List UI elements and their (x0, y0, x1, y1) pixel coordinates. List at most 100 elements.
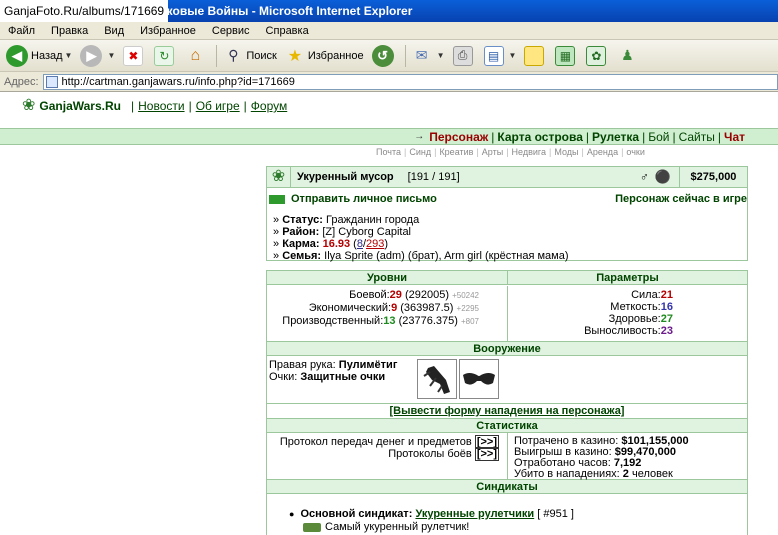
site-logo[interactable]: GanjaWars.Ru (39, 99, 121, 113)
address-input[interactable]: http://cartman.ganjawars.ru/info.php?id=… (42, 73, 778, 90)
family-row: » Семья: Ilya Sprite (adm) (брат), Arm g… (273, 250, 569, 262)
stats-body: Протокол передач денег и предметов [>>] … (267, 433, 747, 480)
home-icon: ⌂ (190, 46, 201, 64)
level-value: 13 (383, 315, 396, 327)
window-title: уковые Войны - Microsoft Internet Explor… (160, 4, 413, 18)
about-link[interactable]: Об игре (196, 99, 240, 113)
profile-card: ❀ Укуренный мусор [191 / 191] ♂ ⚫ $275,0… (266, 166, 748, 262)
param-row-strength: Сила:21 (508, 289, 673, 301)
profile-leaf-cell: ❀ (267, 167, 291, 187)
nav-battle[interactable]: Бой (648, 130, 669, 144)
messenger-button[interactable]: ♟ (617, 46, 640, 66)
nav-map[interactable]: Карта острова (497, 130, 582, 144)
separator: | (243, 99, 247, 113)
params-header: Параметры (508, 271, 747, 285)
chevron-down-icon[interactable]: ▼ (65, 51, 73, 60)
item-icon: ⚫ (654, 169, 671, 184)
battle-protocol-button[interactable]: [>>] (474, 447, 499, 461)
forum-link[interactable]: Форум (251, 99, 287, 113)
status-label: Статус: (282, 214, 323, 226)
main-syndicate-row: ● Основной синдикат: Укуренные рулетчики … (289, 508, 747, 521)
menu-file[interactable]: Файл (0, 25, 43, 37)
extension-button-1[interactable]: ▦ (555, 45, 578, 66)
subnav-mods[interactable]: Моды (554, 147, 578, 157)
menu-help[interactable]: Справка (258, 25, 317, 37)
karma-value: 16.93 (322, 238, 351, 250)
levels-header: Уровни (267, 271, 508, 285)
level-row-production: Производственный:13 (23776.375) +807 (267, 315, 479, 328)
param-label: Выносливость: (584, 325, 661, 337)
glasses-image[interactable] (459, 359, 499, 399)
subnav-creative[interactable]: Креатив (439, 147, 473, 157)
nav-chat[interactable]: Чат (724, 130, 745, 144)
nav-sites[interactable]: Сайты (679, 130, 715, 144)
subnav-realty[interactable]: Недвига (512, 147, 546, 157)
battle-protocol-label: Протоколы боёв (388, 448, 472, 460)
money-cell: $275,000 (679, 167, 747, 187)
home-button[interactable]: ⌂ (185, 46, 208, 66)
chevron-down-icon[interactable]: ▼ (437, 51, 445, 60)
syndicates-body: ● Основной синдикат: Укуренные рулетчики … (267, 494, 747, 534)
param-row-stamina: Выносливость:23 (508, 325, 673, 337)
mail-button[interactable]: ✉ ▼ (412, 46, 445, 66)
news-link[interactable]: Новости (138, 99, 184, 113)
subnav-arts[interactable]: Арты (482, 147, 503, 157)
watermark: GanjaFoto.Ru/albums/171669 (0, 0, 169, 22)
weapons-header: Вооружение (267, 342, 747, 356)
edit-button[interactable]: ▤ ▼ (483, 45, 517, 66)
separator: | (642, 129, 646, 144)
chevron-down-icon[interactable]: ▼ (509, 51, 517, 60)
machine-gun-image[interactable] (417, 359, 457, 399)
karma-negative-link[interactable]: 293 (366, 238, 384, 250)
notes-button[interactable] (524, 45, 547, 66)
print-button[interactable]: ⎙ (452, 45, 476, 66)
refresh-icon: ↻ (154, 45, 175, 66)
favorites-button[interactable]: ★ Избранное (285, 46, 364, 66)
info-card: Уровни Параметры Боевой:29 (292005) +502… (266, 270, 748, 535)
param-value: 16 (660, 301, 673, 313)
level-exp-delta: +2295 (456, 304, 479, 313)
subnav-rent[interactable]: Аренда (587, 147, 618, 157)
nav-roulette[interactable]: Рулетка (592, 130, 639, 144)
level-value: 9 (391, 302, 398, 314)
subnav-points[interactable]: очки (626, 147, 644, 157)
site-header: ❀ GanjaWars.Ru | Новости | Об игре | Фор… (22, 98, 287, 114)
address-bar: Адрес: http://cartman.ganjawars.ru/info.… (0, 72, 778, 92)
separator: | (130, 99, 135, 113)
subnav-synd[interactable]: Синд (409, 147, 431, 157)
chevron-down-icon[interactable]: ▼ (107, 51, 115, 60)
send-message-link[interactable]: Отправить личное письмо (291, 193, 437, 205)
mail-icon: ✉ (415, 47, 428, 63)
menu-view[interactable]: Вид (96, 25, 132, 37)
search-button[interactable]: ⚲ Поиск (223, 46, 277, 66)
window-titlebar: уковые Войны - Microsoft Internet Explor… (0, 0, 778, 22)
back-button[interactable]: ◀ Назад ▼ (6, 44, 73, 67)
money-protocol-row: Протокол передач денег и предметов [>>] (267, 435, 499, 449)
address-label: Адрес: (4, 75, 39, 88)
level-label: Экономический: (308, 302, 392, 314)
right-hand-label: Правая рука: (269, 359, 336, 371)
menu-bar: Файл Правка Вид Избранное Сервис Справка (0, 22, 778, 40)
message-row: Отправить личное письмо Персонаж сейчас … (267, 191, 747, 207)
attack-form-link[interactable]: [Вывести форму нападения на персонажа] (390, 405, 625, 417)
extension-button-2[interactable]: ✿ (586, 45, 609, 66)
district-label: Район: (282, 226, 320, 238)
stop-button[interactable]: ✖ (123, 45, 146, 66)
main-nav: → Персонаж | Карта острова | Рулетка | Б… (414, 129, 748, 144)
separator: | (717, 129, 722, 144)
nav-character[interactable]: Персонаж (429, 130, 488, 144)
stat-kills: Убито в нападениях: 2 человек (514, 469, 747, 480)
separator: | (491, 129, 495, 144)
history-button[interactable]: ↺ (371, 44, 397, 67)
forward-button[interactable]: ▶ ▼ (80, 44, 115, 67)
main-syndicate-link[interactable]: Укуренные рулетчики (415, 508, 534, 520)
stats-header: Статистика (267, 419, 747, 433)
subnav-mail[interactable]: Почта (376, 147, 401, 157)
refresh-button[interactable]: ↻ (154, 45, 177, 66)
menu-favorites[interactable]: Избранное (132, 25, 204, 37)
level-row-combat: Боевой:29 (292005) +50242 (267, 289, 479, 302)
weapons-body: Правая рука: Пулимётиг Очки: Защитные оч… (267, 356, 747, 404)
menu-edit[interactable]: Правка (43, 25, 96, 37)
menu-tools[interactable]: Сервис (204, 25, 258, 37)
level-value: 29 (389, 289, 402, 301)
